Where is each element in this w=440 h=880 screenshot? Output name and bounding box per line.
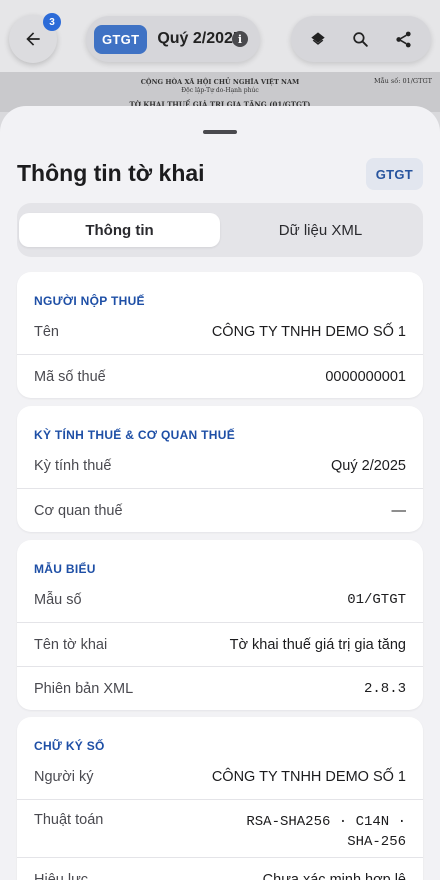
period-title: Quý 2/2025 xyxy=(157,30,242,47)
tab-info[interactable]: Thông tin xyxy=(19,213,220,247)
actions-pill xyxy=(291,16,431,62)
algorithm-line-2: SHA-256 xyxy=(347,834,406,850)
sheet-drag-handle[interactable] xyxy=(203,130,237,134)
search-button[interactable] xyxy=(345,23,377,55)
row-value: 0000000001 xyxy=(325,368,406,385)
tax-period-card: KỲ TÍNH THUẾ & CƠ QUAN THUẾ Kỳ tính thuế… xyxy=(17,406,423,532)
share-button[interactable] xyxy=(388,23,420,55)
row-value: RSA-SHA256 · C14N · SHA-256 xyxy=(246,812,406,852)
row-value: CÔNG TY TNHH DEMO SỐ 1 xyxy=(211,324,406,340)
sheet-type-tag: GTGT xyxy=(365,158,423,190)
notification-badge: 3 xyxy=(43,13,61,31)
row-value: 2.8.3 xyxy=(363,680,406,697)
row-value: Quý 2/2025 xyxy=(331,458,406,474)
layers-icon xyxy=(311,32,325,45)
info-row: Tên tờ khai Tờ khai thuế giá trị gia tăn… xyxy=(17,622,423,666)
doc-motto-line: Độc lập-Tự do-Hạnh phúc xyxy=(181,87,259,94)
row-value: Chưa xác minh hợp lệ xyxy=(262,871,406,880)
row-label: Người ký xyxy=(34,769,94,785)
info-row: Mã số thuế 0000000001 xyxy=(17,354,423,398)
row-value: 01/GTGT xyxy=(347,592,406,608)
info-row: Tên CÔNG TY TNHH DEMO SỐ 1 xyxy=(17,310,423,354)
row-value: — xyxy=(391,502,407,519)
section-heading: NGƯỜI NỘP THUẾ xyxy=(34,294,145,308)
info-row: Mẫu số 01/GTGT xyxy=(17,578,423,622)
row-value: CÔNG TY TNHH DEMO SỐ 1 xyxy=(211,769,406,785)
share-icon xyxy=(396,31,411,47)
tab-xml-data[interactable]: Dữ liệu XML xyxy=(220,213,421,247)
info-row: Kỳ tính thuế Quý 2/2025 xyxy=(17,444,423,488)
row-label: Hiệu lực xyxy=(34,871,89,880)
row-label: Thuật toán xyxy=(34,812,104,828)
info-row: Cơ quan thuế — xyxy=(17,488,423,532)
digital-signature-card: CHỮ KÝ SỐ Người ký CÔNG TY TNHH DEMO SỐ … xyxy=(17,717,423,880)
row-value: Tờ khai thuế giá trị gia tăng xyxy=(229,636,406,653)
sheet-title: Thông tin tờ khai xyxy=(17,160,205,186)
info-row: Người ký CÔNG TY TNHH DEMO SỐ 1 xyxy=(17,755,423,799)
taxpayer-card: NGƯỜI NỘP THUẾ Tên CÔNG TY TNHH DEMO SỐ … xyxy=(17,272,423,398)
arrow-left-icon xyxy=(26,32,40,46)
title-pill[interactable]: GTGT Quý 2/2025 i xyxy=(86,16,260,62)
form-template-card: MẪU BIỂU Mẫu số 01/GTGT Tên tờ khai Tờ k… xyxy=(17,540,423,710)
info-row: Hiệu lực Chưa xác minh hợp lệ xyxy=(17,857,423,880)
section-heading: MẪU BIỂU xyxy=(34,562,96,576)
section-heading: CHỮ KÝ SỐ xyxy=(34,739,105,753)
row-label: Tên tờ khai xyxy=(34,636,108,653)
declaration-type-tag: GTGT xyxy=(94,24,148,54)
row-label: Tên xyxy=(34,324,59,340)
top-app-bar: 3 GTGT Quý 2/2025 i xyxy=(0,0,440,72)
info-row: Thuật toán RSA-SHA256 · C14N · SHA-256 xyxy=(17,799,423,857)
info-icon[interactable]: i xyxy=(232,31,248,47)
info-row: Phiên bản XML 2.8.3 xyxy=(17,666,423,710)
search-icon xyxy=(353,31,369,47)
row-label: Kỳ tính thuế xyxy=(34,458,112,474)
doc-form-number: Mẫu số: 01/GTGT xyxy=(374,77,432,85)
row-label: Phiên bản XML xyxy=(34,680,134,697)
section-heading: KỲ TÍNH THUẾ & CƠ QUAN THUẾ xyxy=(34,428,236,442)
bottom-sheet: Thông tin tờ khai GTGT Thông tin Dữ liệu… xyxy=(0,106,440,880)
algorithm-line-1: RSA-SHA256 · C14N · xyxy=(246,814,406,830)
row-label: Mẫu số xyxy=(34,592,82,608)
layers-button[interactable] xyxy=(302,23,334,55)
row-label: Mã số thuế xyxy=(34,368,106,385)
row-label: Cơ quan thuế xyxy=(34,502,123,519)
segmented-control: Thông tin Dữ liệu XML xyxy=(17,203,423,257)
